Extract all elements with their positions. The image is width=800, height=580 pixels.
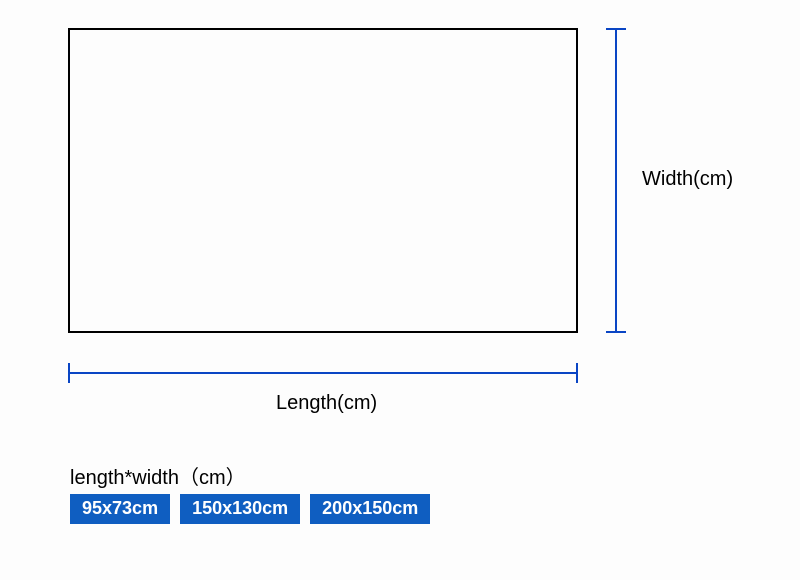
size-options: 95x73cm 150x130cm 200x150cm bbox=[70, 494, 430, 524]
product-rectangle bbox=[68, 28, 578, 333]
width-dimension-line bbox=[615, 28, 617, 333]
dimension-diagram: Width(cm) Length(cm) length*width（cm） 95… bbox=[0, 0, 800, 580]
size-option: 200x150cm bbox=[310, 494, 430, 524]
size-option: 150x130cm bbox=[180, 494, 300, 524]
length-dimension-line bbox=[68, 372, 578, 374]
length-label: Length(cm) bbox=[276, 392, 377, 415]
sizes-heading: length*width（cm） bbox=[70, 461, 246, 490]
size-option: 95x73cm bbox=[70, 494, 170, 524]
width-label: Width(cm) bbox=[642, 168, 733, 191]
